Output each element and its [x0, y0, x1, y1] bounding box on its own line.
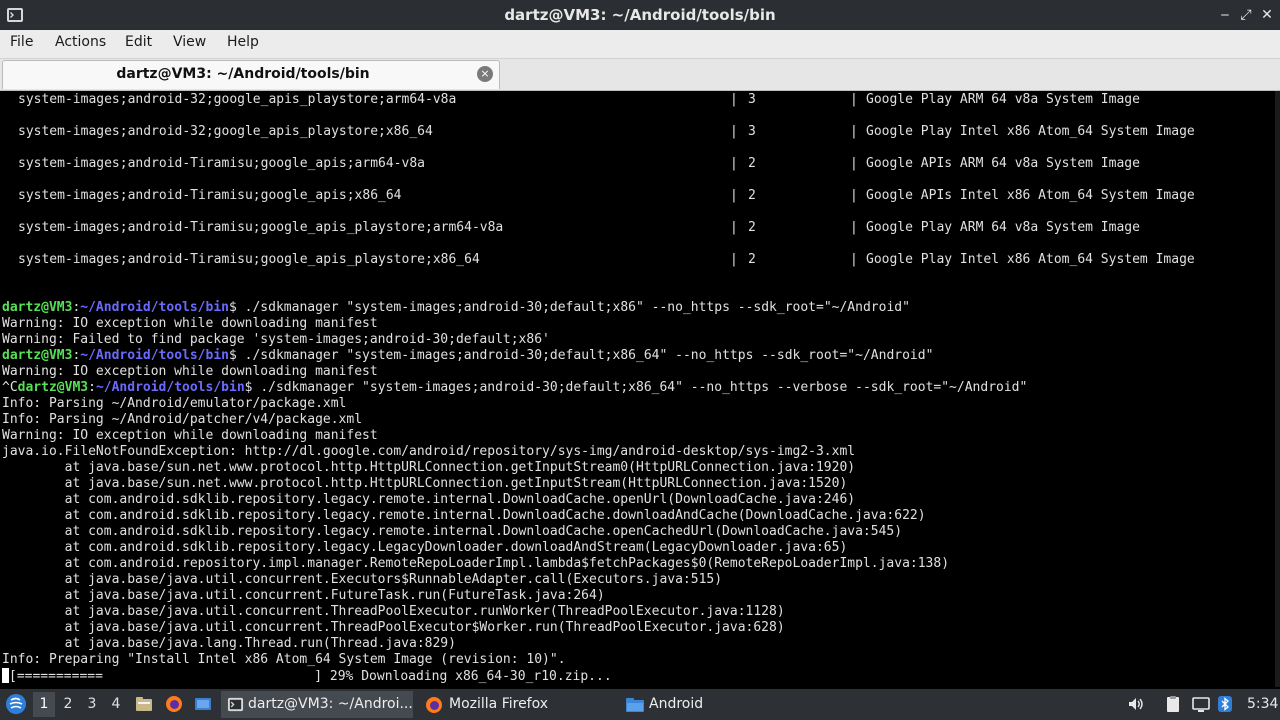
folder-icon: [626, 698, 644, 712]
terminal-output[interactable]: system-images;android-32;google_apis_pla…: [0, 91, 1280, 687]
workspace-2[interactable]: 2: [57, 692, 79, 717]
download-progress: [=========== ] 29% Downloading x86_64-30…: [2, 668, 612, 684]
clock[interactable]: 5:34: [1247, 689, 1278, 720]
workspace-3[interactable]: 3: [81, 692, 103, 717]
workspace-4[interactable]: 4: [105, 692, 127, 717]
stacktrace-line: at java.base/sun.net.www.protocol.http.H…: [2, 460, 856, 475]
stacktrace-line: at com.android.sdklib.repository.legacy.…: [2, 540, 848, 555]
firefox-icon[interactable]: [165, 695, 183, 713]
output-line: Info: Preparing "Install Intel x86 Atom_…: [2, 652, 566, 667]
menu-bar: File Actions Edit View Help: [0, 30, 1280, 59]
tab-close-icon[interactable]: ×: [477, 66, 493, 82]
command-line: dartz@VM3:~/Android/tools/bin$ ./sdkmana…: [2, 348, 934, 363]
task-terminal[interactable]: dartz@VM3: ~/Androi...: [221, 691, 413, 718]
stacktrace-line: at java.base/sun.net.www.protocol.http.H…: [2, 476, 848, 491]
menu-view[interactable]: View: [173, 34, 206, 50]
terminal-cursor: [2, 668, 9, 683]
window-titlebar[interactable]: dartz@VM3: ~/Android/tools/bin ‒ ⤢ ✕: [0, 0, 1280, 30]
task-label: dartz@VM3: ~/Androi...: [248, 696, 413, 712]
firefox-icon: [426, 697, 442, 713]
window-title: dartz@VM3: ~/Android/tools/bin: [504, 6, 776, 24]
volume-icon[interactable]: [1127, 695, 1145, 713]
stacktrace-line: at com.android.sdklib.repository.legacy.…: [2, 524, 903, 539]
terminal-tab[interactable]: dartz@VM3: ~/Android/tools/bin ×: [2, 60, 500, 89]
stacktrace-line: at java.base/java.lang.Thread.run(Thread…: [2, 636, 456, 651]
stacktrace-line: at com.android.repository.impl.manager.R…: [2, 556, 950, 571]
task-android-folder[interactable]: Android: [620, 691, 810, 718]
restore-button[interactable]: ⤢: [1237, 5, 1255, 25]
start-menu-icon[interactable]: [5, 693, 27, 715]
progress-status: 29% Downloading x86_64-30_r10.zip...: [329, 669, 612, 684]
menu-actions[interactable]: Actions: [55, 34, 106, 50]
stacktrace-line: at com.android.sdklib.repository.legacy.…: [2, 508, 926, 523]
command-line: ^Cdartz@VM3:~/Android/tools/bin$ ./sdkma…: [2, 380, 1028, 395]
stacktrace-line: at java.base/java.util.concurrent.Execut…: [2, 572, 723, 587]
menu-file[interactable]: File: [10, 34, 33, 50]
output-line: java.io.FileNotFoundException: http://dl…: [2, 444, 856, 459]
task-firefox[interactable]: Mozilla Firefox: [421, 691, 611, 718]
task-label: Android: [649, 696, 704, 712]
output-line: Warning: IO exception while downloading …: [2, 316, 378, 331]
taskbar: 1 2 3 4 dartz@VM3: ~/Androi... Mozilla F…: [0, 689, 1280, 720]
stacktrace-line: at java.base/java.util.concurrent.Thread…: [2, 604, 785, 619]
close-button[interactable]: ✕: [1258, 5, 1276, 25]
command-line: dartz@VM3:~/Android/tools/bin$ ./sdkmana…: [2, 300, 910, 315]
stacktrace-line: at java.base/java.util.concurrent.Thread…: [2, 620, 785, 635]
scrollbar[interactable]: [1275, 91, 1280, 687]
output-line: Info: Parsing ~/Android/emulator/package…: [2, 396, 347, 411]
output-line: Warning: IO exception while downloading …: [2, 428, 378, 443]
display-icon[interactable]: [1192, 695, 1210, 713]
workspace-1[interactable]: 1: [33, 692, 55, 717]
stacktrace-line: at java.base/java.util.concurrent.Future…: [2, 588, 605, 603]
stacktrace-line: at com.android.sdklib.repository.legacy.…: [2, 492, 856, 507]
terminal-icon: [227, 697, 244, 712]
menu-help[interactable]: Help: [227, 34, 259, 50]
output-line: Warning: Failed to find package 'system-…: [2, 332, 550, 347]
clipboard-icon[interactable]: [1164, 695, 1182, 713]
file-manager-icon[interactable]: [135, 695, 153, 713]
show-desktop-icon[interactable]: [194, 695, 212, 713]
output-line: Warning: IO exception while downloading …: [2, 364, 378, 379]
menu-edit[interactable]: Edit: [125, 34, 152, 50]
tab-label: dartz@VM3: ~/Android/tools/bin: [116, 66, 370, 82]
minimize-button[interactable]: ‒: [1216, 5, 1234, 25]
progress-bar-text: [=========== ]: [9, 669, 323, 684]
bluetooth-icon[interactable]: [1216, 695, 1234, 713]
tab-bar: dartz@VM3: ~/Android/tools/bin ×: [0, 59, 1280, 91]
output-line: Info: Parsing ~/Android/patcher/v4/packa…: [2, 412, 363, 427]
task-label: Mozilla Firefox: [449, 696, 549, 712]
